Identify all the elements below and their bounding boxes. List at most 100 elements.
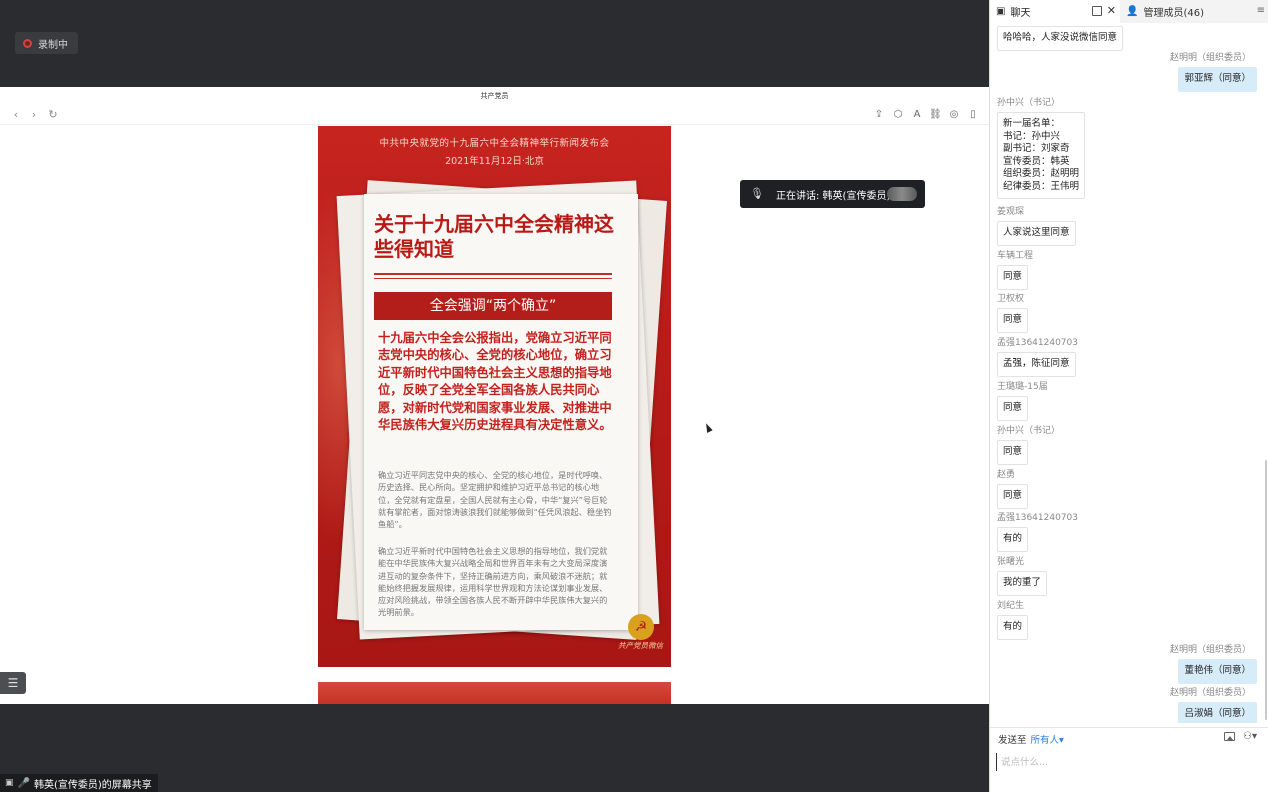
chat-message: 赵勇 同意 bbox=[997, 467, 1029, 509]
poster-banner: 全会强调“两个确立” bbox=[374, 292, 612, 320]
message-bubble: 我的重了 bbox=[997, 571, 1048, 596]
back-icon[interactable]: ‹ bbox=[10, 109, 22, 121]
popout-icon[interactable] bbox=[1092, 6, 1102, 16]
tab-members-label: 管理成员(46) bbox=[1143, 8, 1204, 19]
compass-icon[interactable]: ◎ bbox=[948, 109, 960, 121]
message-sender: 赵明明（组织委员） bbox=[1169, 53, 1251, 63]
chat-message: 孟强13641240703 有的 bbox=[997, 510, 1078, 552]
message-sender: 赵明明（组织委员） bbox=[1169, 688, 1251, 698]
poster-paragraph: 确立习近平同志党中央的核心、全党的核心地位，是时代呼唤、历史选择、民心所向。坚定… bbox=[378, 470, 612, 530]
panel-tabs: ▣ 聊天 ✕ 👤 管理成员(46) ≡ bbox=[990, 0, 1268, 23]
image-icon[interactable] bbox=[1224, 732, 1235, 741]
link-icon[interactable]: ⛓ bbox=[929, 109, 942, 121]
message-bubble: 哈哈哈，人家没说微信同意 bbox=[997, 26, 1124, 51]
message-bubble: 郭亚辉（同意） bbox=[1178, 67, 1257, 92]
message-list[interactable]: 哈哈哈，人家没说微信同意赵明明（组织委员） 郭亚辉（同意） 孙中兴（书记） 新一届名单… bbox=[990, 23, 1268, 723]
message-bubble: 同意 bbox=[997, 265, 1029, 290]
chat-message: 赵明明（组织委员） 郭亚辉（同意） bbox=[1170, 50, 1257, 92]
message-bubble: 人家说这里同意 bbox=[997, 221, 1076, 246]
recording-badge[interactable]: 录制中 bbox=[15, 32, 78, 54]
paper-front: 关于十九届六中全会精神这些得知道 全会强调“两个确立” 十九届六中全会公报指出，… bbox=[364, 194, 638, 630]
meeting-stage: 录制中 共产党员 ‹ › ↻ ⇪ ⬡ A ⛓ ◎ ▯ 中共中央就党的十九届六中全… bbox=[0, 0, 989, 792]
record-dot-icon bbox=[23, 38, 32, 48]
message-sender: 孟强13641240703 bbox=[997, 338, 1078, 348]
chat-message: 刘纪生 有的 bbox=[997, 598, 1029, 640]
message-sender: 孙中兴（书记） bbox=[997, 426, 1061, 436]
chat-icon: ▣ bbox=[996, 6, 1006, 17]
scrollbar[interactable] bbox=[1265, 460, 1267, 720]
microphone-icon: 🎙 bbox=[750, 187, 764, 200]
chat-message: 王璐璐-15届同意 bbox=[997, 379, 1048, 421]
message-bubble: 新一届名单： 书记：孙中兴 副书记：刘家奇 宣传委员：韩英 组织委员：赵明明 纪… bbox=[997, 112, 1086, 199]
message-bubble: 孟强，陈征同意 bbox=[997, 352, 1076, 377]
message-sender: 孙中兴（书记） bbox=[997, 98, 1061, 108]
message-bubble: 有的 bbox=[997, 527, 1029, 552]
chat-message: 卫权权 同意 bbox=[997, 291, 1029, 333]
send-target-dropdown[interactable]: 所有人▾ bbox=[1031, 735, 1064, 746]
compose-area: 发送至 所有人▾ ⚇▾ bbox=[990, 727, 1268, 792]
refresh-icon[interactable]: ↻ bbox=[47, 109, 59, 121]
poster-date: 2021年11月12日·北京 bbox=[445, 156, 544, 167]
chat-message: 车辆工程 同意 bbox=[997, 248, 1033, 290]
party-emblem-icon: ☭ bbox=[628, 614, 654, 640]
page-content: 中共中央就党的十九届六中全会精神举行新闻发布会 2021年11月12日·北京 关… bbox=[0, 126, 989, 704]
message-bubble: 同意 bbox=[997, 440, 1029, 465]
next-poster-image bbox=[318, 682, 671, 704]
list-toggle-button[interactable]: ☰ bbox=[0, 672, 26, 694]
presenter-name: 韩英(宣传委员)的屏幕共享 bbox=[33, 779, 152, 791]
message-bubble: 董艳伟（同意） bbox=[1178, 659, 1257, 684]
tab-chat[interactable]: ▣ 聊天 ✕ bbox=[990, 0, 1120, 23]
screen-icon: ▣ bbox=[5, 778, 14, 788]
message-sender: 卫权权 bbox=[997, 294, 1025, 304]
message-sender: 赵勇 bbox=[997, 470, 1016, 480]
chat-message: 姜观琛人家说这里同意 bbox=[997, 204, 1076, 246]
message-bubble: 同意 bbox=[997, 396, 1029, 421]
message-sender: 赵明明（组织委员） bbox=[1169, 645, 1251, 655]
chat-message: 孙中兴（书记） 新一届名单： 书记：孙中兴 副书记：刘家奇 宣传委员：韩英 组织委… bbox=[997, 95, 1086, 199]
recording-label: 录制中 bbox=[38, 39, 68, 51]
poster-lead-text: 十九届六中全会公报指出，党确立习近平同志党中央的核心、全党的核心地位，确立习近平… bbox=[378, 331, 612, 433]
cube-icon[interactable]: ⬡ bbox=[892, 109, 904, 121]
poster-paragraph: 确立习近平新时代中国特色社会主义思想的指导地位，我们党就能在中华民族伟大复兴战略… bbox=[378, 546, 608, 618]
message-bubble: 吕淑娟（同意） bbox=[1178, 702, 1257, 723]
chat-message: 赵明明（组织委员） 董艳伟（同意） bbox=[1170, 642, 1257, 684]
poster-image: 中共中央就党的十九届六中全会精神举行新闻发布会 2021年11月12日·北京 关… bbox=[318, 126, 671, 667]
chat-message: 赵明明（组织委员） 吕淑娟（同意） bbox=[1170, 685, 1257, 723]
poster-header: 中共中央就党的十九届六中全会精神举行新闻发布会 bbox=[379, 138, 610, 149]
shared-window-title: 共产党员 bbox=[480, 92, 509, 100]
message-bubble: 同意 bbox=[997, 484, 1029, 509]
speaking-indicator: 🎙 正在讲话: 韩英(宣传委员); bbox=[740, 180, 925, 208]
message-sender: 姜观琛 bbox=[997, 207, 1025, 217]
chat-message: 哈哈哈，人家没说微信同意 bbox=[997, 26, 1124, 51]
chat-panel: ▣ 聊天 ✕ 👤 管理成员(46) ≡ 哈哈哈，人家没说微信同意赵明明（组织委员… bbox=[989, 0, 1268, 792]
send-to-selector[interactable]: 发送至 所有人▾ bbox=[998, 732, 1064, 746]
poster-signature: 共产党员微信 bbox=[618, 641, 663, 650]
chat-message: 孟强13641240703 孟强，陈征同意 bbox=[997, 335, 1078, 377]
chat-message: 张曙光 我的重了 bbox=[997, 554, 1048, 596]
person-icon: 👤 bbox=[1126, 6, 1139, 17]
message-bubble: 同意 bbox=[997, 308, 1029, 333]
close-icon[interactable]: ✕ bbox=[1107, 4, 1116, 17]
message-sender: 王璐璐-15届 bbox=[997, 382, 1048, 392]
message-input[interactable] bbox=[996, 753, 1256, 771]
browser-toolbar: ‹ › ↻ ⇪ ⬡ A ⛓ ◎ ▯ bbox=[0, 106, 989, 125]
message-bubble: 有的 bbox=[997, 615, 1029, 640]
font-icon[interactable]: A bbox=[911, 109, 923, 121]
send-to-label: 发送至 bbox=[998, 735, 1027, 746]
poster-title: 关于十九届六中全会精神这些得知道 bbox=[374, 212, 614, 261]
divider bbox=[374, 273, 612, 279]
tab-chat-label: 聊天 bbox=[1010, 8, 1031, 19]
message-sender: 张曙光 bbox=[997, 557, 1025, 567]
speaker-avatar bbox=[887, 187, 917, 201]
share-icon[interactable]: ⇪ bbox=[873, 109, 885, 121]
phone-icon[interactable]: ▯ bbox=[967, 109, 979, 121]
microphone-icon: 🎤 bbox=[17, 777, 30, 789]
message-sender: 孟强13641240703 bbox=[997, 513, 1078, 523]
speaking-text: 正在讲话: 韩英(宣传委员); bbox=[776, 190, 894, 202]
message-sender: 车辆工程 bbox=[997, 251, 1034, 261]
forward-icon[interactable]: › bbox=[28, 109, 40, 121]
screen-share-label: ▣ 🎤 韩英(宣传委员)的屏幕共享 bbox=[0, 774, 158, 792]
tab-members[interactable]: 👤 管理成员(46) ≡ bbox=[1120, 0, 1268, 23]
user-options-icon[interactable]: ⚇▾ bbox=[1243, 731, 1257, 742]
menu-icon[interactable]: ≡ bbox=[1257, 5, 1265, 16]
